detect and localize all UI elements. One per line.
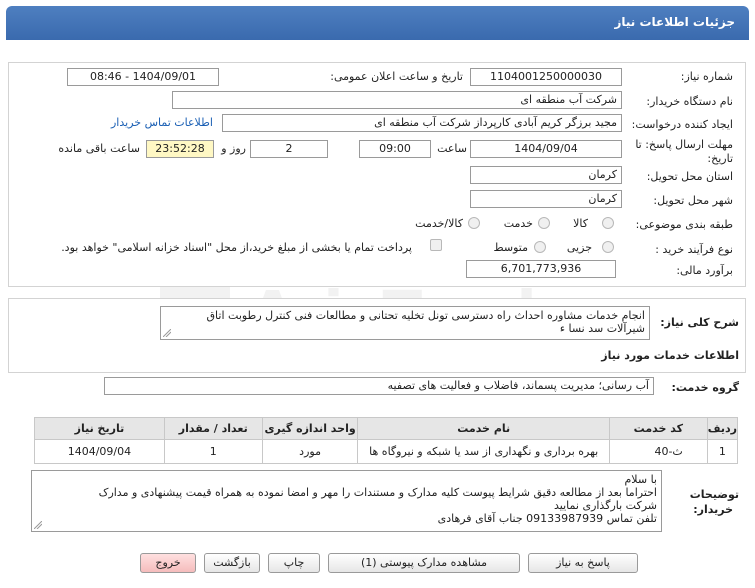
reply-button[interactable]: پاسخ به نیاز bbox=[528, 553, 638, 573]
page-title: جزئیات اطلاعات نیاز bbox=[614, 15, 735, 29]
announce-date-label: تاریخ و ساعت اعلان عمومی: bbox=[330, 70, 463, 83]
deadline-label-line2: تاریخ: bbox=[707, 152, 733, 165]
treasury-payment-note: پرداخت تمام یا بخشی از مبلغ خرید،از محل … bbox=[61, 241, 412, 254]
process-option-medium: متوسط bbox=[493, 241, 528, 254]
city-label: شهر محل تحویل: bbox=[653, 194, 733, 207]
estimate-field: 6,701,773,936 bbox=[466, 260, 616, 278]
days-label: روز و bbox=[221, 142, 246, 155]
col-service-code: کد خدمت bbox=[608, 417, 708, 440]
province-label: استان محل تحویل: bbox=[646, 170, 733, 183]
need-number-field: 1104001250000030 bbox=[470, 68, 622, 86]
announce-date-field: 1404/09/01 - 08:46 bbox=[67, 68, 219, 86]
deadline-time-field: 09:00 bbox=[359, 140, 431, 158]
buyer-contact-link[interactable]: اطلاعات تماس خریدار bbox=[111, 116, 213, 129]
treasury-payment-checkbox[interactable] bbox=[430, 239, 442, 251]
need-number-label: شماره نیاز: bbox=[680, 70, 733, 83]
cell-row: 1 bbox=[706, 439, 739, 464]
buyer-notes-line: با سلام bbox=[624, 473, 657, 486]
back-button[interactable]: بازگشت bbox=[204, 553, 260, 573]
remaining-time-label: ساعت باقی مانده bbox=[58, 142, 140, 155]
print-button[interactable]: چاپ bbox=[268, 553, 320, 573]
cell-need-date: 1404/09/04 bbox=[34, 439, 165, 464]
category-option-service: خدمت bbox=[503, 217, 533, 230]
buyer-notes-line: تلفن تماس 09133987939 جناب آقای فرهادی bbox=[437, 512, 657, 525]
cell-service-name: بهره برداری و نگهداری از سد یا شبکه و نی… bbox=[357, 439, 610, 464]
buyer-notes-label-line1: توضیحات bbox=[689, 488, 739, 501]
resize-handle-icon[interactable] bbox=[163, 329, 171, 337]
city-field: کرمان bbox=[470, 190, 622, 208]
deadline-time-label: ساعت bbox=[437, 142, 467, 155]
col-service-name: نام خدمت bbox=[357, 417, 610, 440]
buyer-org-label: نام دستگاه خریدار: bbox=[646, 95, 733, 108]
buyer-notes-line: شرکت بارگذاری نمایید bbox=[554, 499, 657, 512]
process-radio-minor[interactable] bbox=[602, 241, 614, 253]
view-attachments-button[interactable]: مشاهده مدارک پیوستی (1) bbox=[328, 553, 520, 573]
category-option-goods-service: کالا/خدمت bbox=[415, 217, 463, 230]
exit-button[interactable]: خروج bbox=[140, 553, 196, 573]
creator-field: مجید برزگر کریم آبادی کارپرداز شرکت آب م… bbox=[222, 114, 622, 132]
process-option-minor: جزیی bbox=[566, 241, 592, 254]
cell-service-code: ث-40 bbox=[608, 439, 708, 464]
province-field: کرمان bbox=[470, 166, 622, 184]
col-unit: واحد اندازه گیری bbox=[261, 417, 359, 440]
page-header: جزئیات اطلاعات نیاز bbox=[6, 6, 749, 40]
services-section-title: اطلاعات خدمات مورد نیاز bbox=[601, 349, 739, 362]
description-label: شرح کلی نیاز: bbox=[660, 316, 739, 329]
remaining-time-field: 23:52:28 bbox=[146, 140, 214, 158]
category-label: طبقه بندی موضوعی: bbox=[635, 218, 733, 231]
services-table-header: ردیف کد خدمت نام خدمت واحد اندازه گیری ت… bbox=[34, 417, 739, 440]
estimate-label: برآورد مالی: bbox=[676, 264, 733, 277]
category-radio-goods-service[interactable] bbox=[468, 217, 480, 229]
buyer-notes-label-line2: خریدار: bbox=[693, 503, 733, 516]
cell-unit: مورد bbox=[261, 439, 359, 464]
category-option-goods: کالا bbox=[573, 217, 588, 230]
col-quantity: تعداد / مقدار bbox=[163, 417, 263, 440]
buyer-notes-line: احتراما بعد از مطالعه دقیق شرایط پیوست ک… bbox=[98, 486, 657, 499]
col-need-date: تاریخ نیاز bbox=[34, 417, 165, 440]
creator-label: ایجاد کننده درخواست: bbox=[631, 118, 733, 131]
col-row: ردیف bbox=[706, 417, 739, 440]
buyer-org-field: شرکت آب منطقه ای bbox=[172, 91, 622, 109]
service-group-field: آب رسانی؛ مدیریت پسماند، فاضلاب و فعالیت… bbox=[104, 377, 654, 395]
description-text: انجام خدمات مشاوره احداث راه دسترسی تونل… bbox=[206, 309, 645, 335]
service-group-label: گروه خدمت: bbox=[671, 381, 739, 394]
deadline-date-field: 1404/09/04 bbox=[470, 140, 622, 158]
category-radio-service[interactable] bbox=[538, 217, 550, 229]
description-textarea[interactable]: انجام خدمات مشاوره احداث راه دسترسی تونل… bbox=[160, 306, 650, 340]
buyer-notes-textarea[interactable]: با سلام احتراما بعد از مطالعه دقیق شرایط… bbox=[31, 470, 662, 532]
cell-quantity: 1 bbox=[163, 439, 263, 464]
process-type-label: نوع فرآیند خرید : bbox=[655, 243, 733, 256]
category-radio-goods[interactable] bbox=[602, 217, 614, 229]
resize-handle-icon[interactable] bbox=[34, 521, 42, 529]
days-remaining-field: 2 bbox=[250, 140, 328, 158]
deadline-label-line1: مهلت ارسال پاسخ: تا bbox=[635, 138, 733, 151]
table-row: 1 ث-40 بهره برداری و نگهداری از سد یا شب… bbox=[34, 439, 739, 464]
services-table: ردیف کد خدمت نام خدمت واحد اندازه گیری ت… bbox=[34, 417, 739, 464]
process-radio-medium[interactable] bbox=[534, 241, 546, 253]
